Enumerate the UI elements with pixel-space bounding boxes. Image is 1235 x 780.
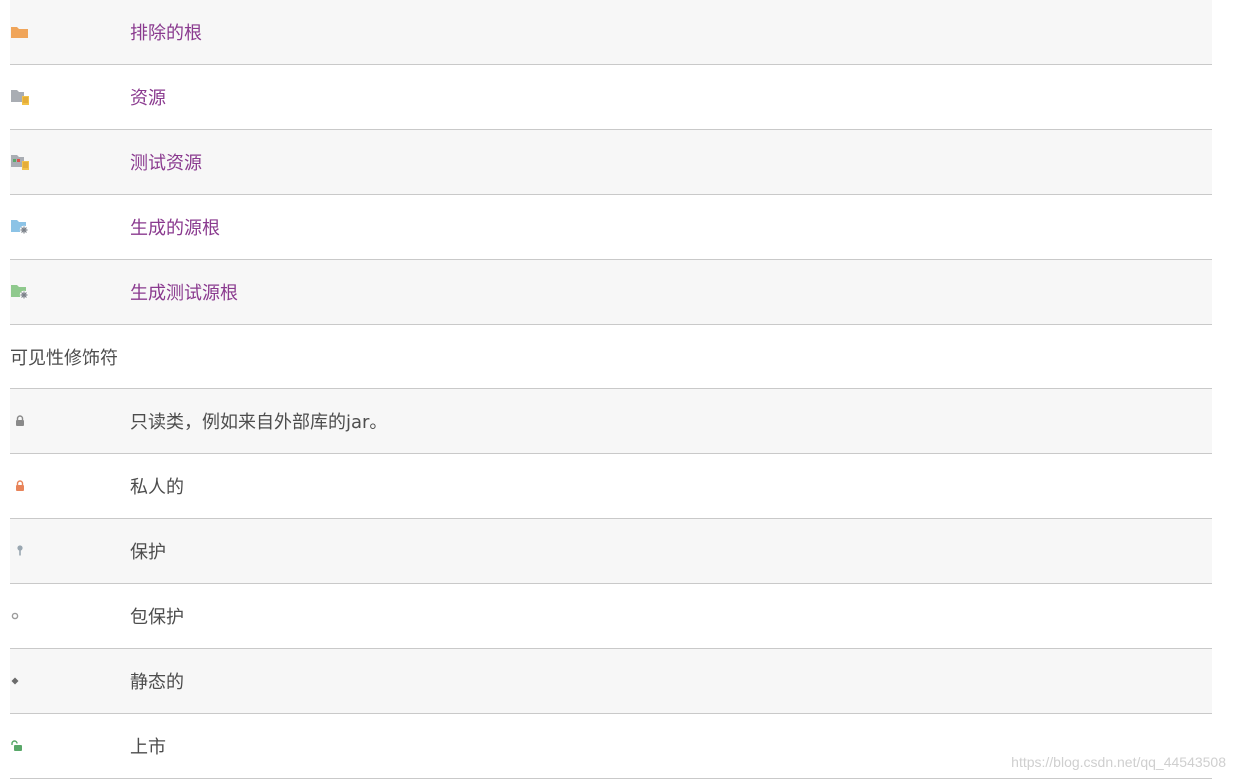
read-only-lock-icon	[10, 411, 30, 431]
modifier-row-label: 包保护	[130, 607, 184, 628]
folder-row-label[interactable]: 生成的源根	[130, 214, 220, 240]
table-row: 只读类，例如来自外部库的jar。	[10, 389, 1212, 454]
static-diamond-icon	[10, 671, 30, 691]
folder-row-label[interactable]: 资源	[130, 84, 166, 110]
modifier-row-label: 保护	[130, 542, 166, 563]
modifier-row-label: 只读类，例如来自外部库的jar。	[130, 412, 388, 433]
table-row: 包保护	[10, 584, 1212, 649]
table-row: 测试资源	[10, 130, 1212, 195]
icon-legend-table: 排除的根 资源 测试资源 生成的源根 生成测试源根 可见性修饰符 只读类，例如来…	[10, 0, 1212, 779]
folder-row-label[interactable]: 排除的根	[130, 19, 202, 45]
watermark: https://blog.csdn.net/qq_44543508	[1011, 754, 1226, 770]
protected-key-icon	[10, 541, 30, 561]
modifier-row-label: 静态的	[130, 672, 184, 693]
section-row: 可见性修饰符	[10, 325, 1212, 389]
excluded-root-folder-icon	[10, 22, 30, 42]
folder-row-label[interactable]: 测试资源	[130, 149, 202, 175]
folder-row-label[interactable]: 生成测试源根	[130, 279, 238, 305]
table-row: 资源	[10, 65, 1212, 130]
table-row: 生成的源根	[10, 195, 1212, 260]
public-unlock-icon	[10, 736, 30, 756]
table-row: 保护	[10, 519, 1212, 584]
table-row: 私人的	[10, 454, 1212, 519]
private-lock-icon	[10, 476, 30, 496]
table-row: 生成测试源根	[10, 260, 1212, 325]
resources-folder-icon	[10, 87, 30, 107]
table-row: 静态的	[10, 649, 1212, 714]
modifier-row-label: 私人的	[130, 477, 184, 498]
modifier-row-label: 上市	[130, 737, 166, 758]
section-title: 可见性修饰符	[10, 347, 118, 369]
test-resources-folder-icon	[10, 152, 30, 172]
package-private-circle-icon	[10, 606, 30, 626]
generated-source-root-icon	[10, 217, 30, 237]
generated-test-source-root-icon	[10, 282, 30, 302]
table-row: 排除的根	[10, 0, 1212, 65]
